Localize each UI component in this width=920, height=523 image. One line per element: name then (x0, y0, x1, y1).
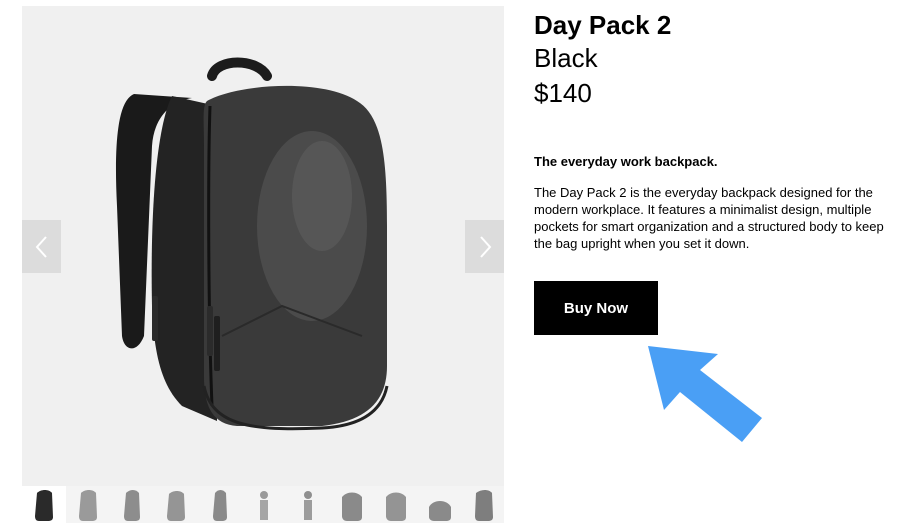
backpack-thumbnail-icon (342, 492, 362, 521)
product-color: Black (534, 43, 598, 73)
backpack-thumbnail-icon (213, 489, 227, 521)
person-thumbnail-icon (260, 490, 268, 520)
chevron-left-icon (35, 235, 47, 258)
buy-now-button[interactable]: Buy Now (534, 281, 658, 335)
thumbnail[interactable] (110, 486, 154, 523)
thumbnail[interactable] (66, 486, 110, 523)
next-image-button[interactable] (465, 220, 504, 273)
thumbnail[interactable] (418, 486, 462, 523)
backpack-thumbnail-icon (475, 489, 493, 521)
backpack-thumbnail-icon (167, 490, 185, 521)
backpack-thumbnail-icon (124, 489, 140, 521)
prev-image-button[interactable] (22, 220, 61, 273)
product-tagline: The everyday work backpack. (534, 154, 718, 169)
backpack-thumbnail-icon (35, 489, 53, 521)
product-price: $140 (534, 78, 592, 108)
backpack-image (115, 57, 389, 431)
product-title: Day Pack 2 (534, 10, 672, 40)
thumbnail[interactable] (22, 486, 66, 523)
backpack-thumbnail-icon (79, 489, 97, 521)
product-gallery (22, 6, 504, 523)
thumbnail-strip (22, 486, 504, 523)
chevron-right-icon (479, 235, 491, 258)
thumbnail[interactable] (374, 486, 418, 523)
product-description: The Day Pack 2 is the everyday backpack … (534, 185, 884, 251)
annotation-arrow-icon (648, 346, 762, 442)
thumbnail[interactable] (462, 486, 504, 523)
thumbnail[interactable] (330, 486, 374, 523)
thumbnail[interactable] (154, 486, 198, 523)
thumbnail[interactable] (198, 486, 242, 523)
backpack-thumbnail-icon (386, 492, 406, 521)
person-thumbnail-icon (304, 490, 312, 520)
thumbnail[interactable] (242, 486, 286, 523)
backpack-thumbnail-icon (429, 500, 451, 521)
thumbnail[interactable] (286, 486, 330, 523)
